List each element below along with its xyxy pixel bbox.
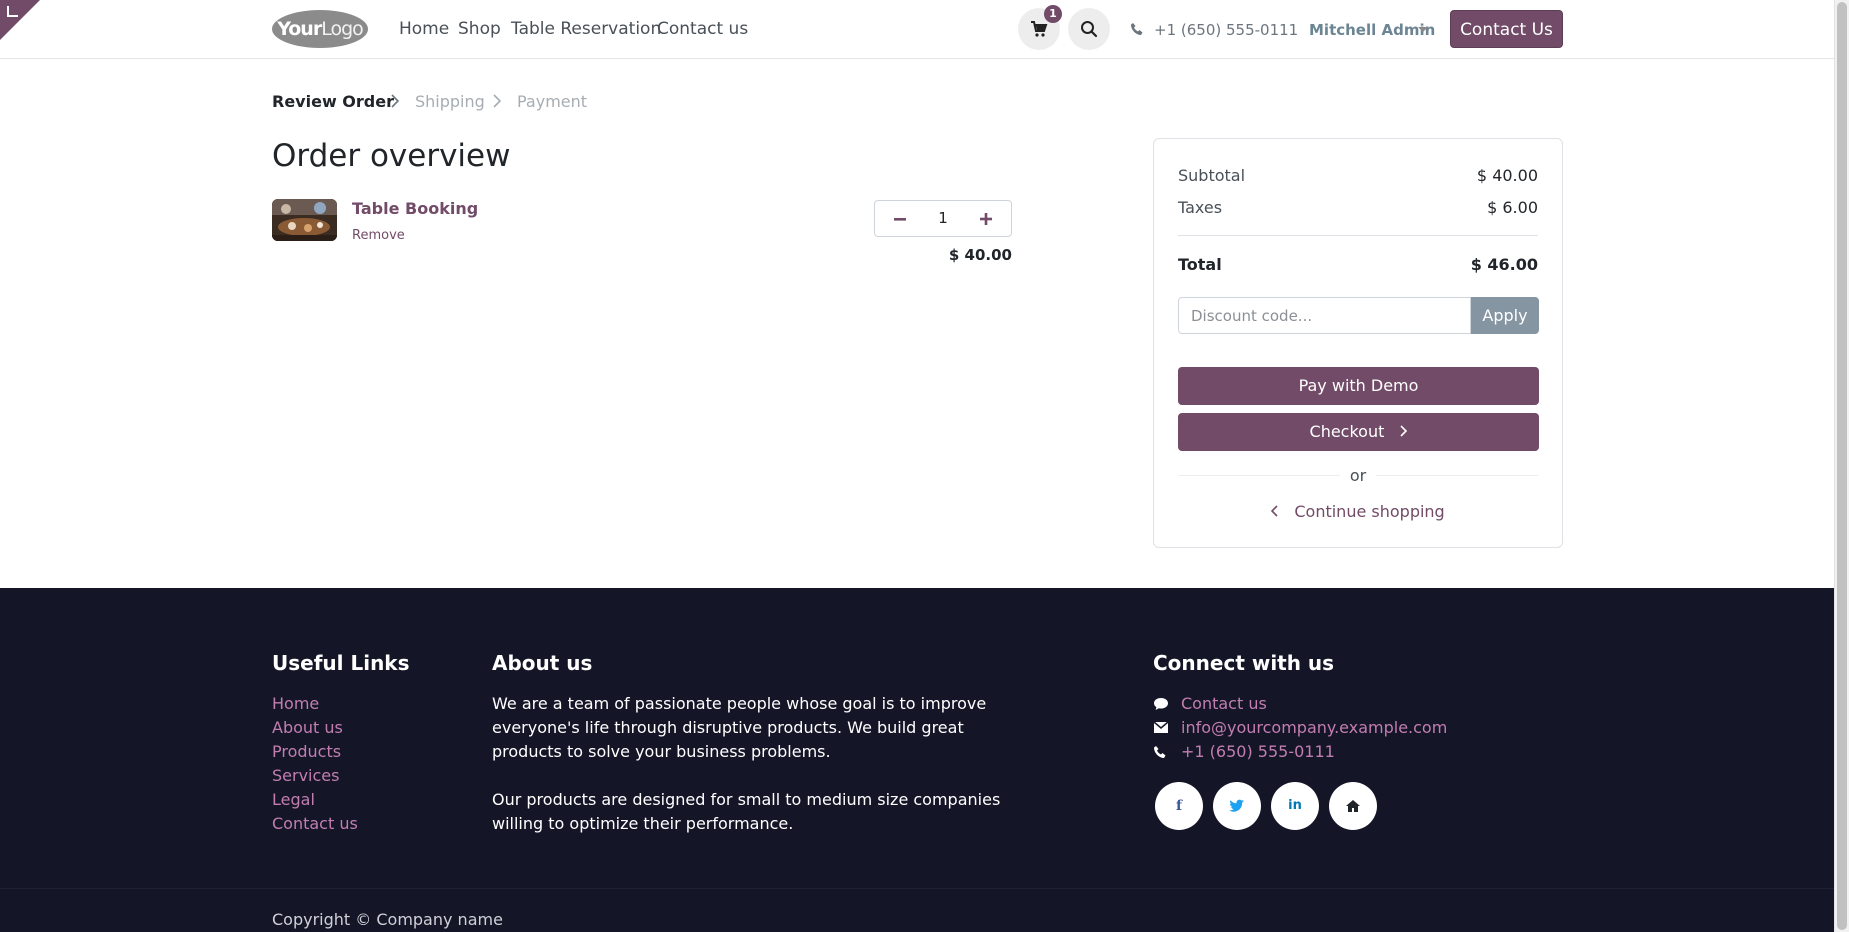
- twitter-button[interactable]: [1213, 782, 1261, 830]
- footer-contact-text: Contact us: [1181, 694, 1267, 713]
- useful-links-heading: Useful Links: [272, 651, 410, 675]
- remove-item-link[interactable]: Remove: [352, 228, 405, 243]
- apply-discount-button[interactable]: Apply: [1471, 297, 1539, 334]
- site-logo[interactable]: YourLogo: [272, 10, 368, 48]
- divider: [1178, 235, 1538, 236]
- product-thumbnail[interactable]: [272, 199, 337, 241]
- continue-shopping-label: Continue shopping: [1294, 502, 1445, 521]
- footer-link-legal[interactable]: Legal: [272, 790, 315, 809]
- copyright-text: Copyright © Company name: [272, 910, 503, 929]
- taxes-label: Taxes: [1178, 198, 1223, 217]
- or-separator: or: [1154, 466, 1562, 485]
- checkout-button[interactable]: Checkout: [1178, 413, 1539, 451]
- footer-link-about-us[interactable]: About us: [272, 718, 343, 737]
- envelope-icon: [1153, 721, 1169, 733]
- site-header: YourLogo Home Shop Table Reservation Con…: [0, 0, 1835, 59]
- line-price: $ 40.00: [948, 246, 1012, 264]
- edit-corner-ribbon[interactable]: [0, 0, 40, 40]
- logo-text-light: Logo: [321, 18, 364, 40]
- footer-phone-text: +1 (650) 555-0111: [1181, 742, 1335, 761]
- product-image: [272, 199, 337, 241]
- footer-link-contact-us[interactable]: Contact us: [272, 814, 358, 833]
- footer-link-services[interactable]: Services: [272, 766, 339, 785]
- cart-icon: [1031, 21, 1048, 37]
- user-menu-caret-icon[interactable]: [1418, 27, 1428, 32]
- subtotal-label: Subtotal: [1178, 166, 1246, 185]
- order-summary: Subtotal $ 40.00 Taxes $ 6.00 Total $ 46…: [1153, 138, 1563, 548]
- page-scrollbar[interactable]: [1834, 0, 1849, 932]
- twitter-icon: [1229, 799, 1244, 812]
- total-value: $ 46.00: [1470, 255, 1538, 274]
- or-text: or: [1339, 466, 1377, 485]
- pay-with-demo-button[interactable]: Pay with Demo: [1178, 367, 1539, 405]
- footer-link-products[interactable]: Products: [272, 742, 341, 761]
- nav-table-reservation[interactable]: Table Reservation: [511, 19, 661, 39]
- home-icon: [1346, 800, 1360, 812]
- quantity-stepper: 1: [874, 200, 1012, 237]
- scrollbar-thumb[interactable]: [1837, 2, 1847, 930]
- chevron-right-icon: [493, 94, 502, 108]
- site-footer: Useful Links Home About us Products Serv…: [0, 588, 1835, 932]
- nav-shop[interactable]: Shop: [458, 19, 501, 39]
- footer-link-home[interactable]: Home: [272, 694, 319, 713]
- quantity-increase-button[interactable]: [971, 201, 1001, 236]
- about-paragraph-2: Our products are designed for small to m…: [492, 790, 1001, 833]
- phone-icon: [1154, 746, 1166, 758]
- copyright-divider: [0, 888, 1835, 889]
- nav-contact-us[interactable]: Contact us: [657, 19, 748, 39]
- logo-text-bold: Your: [277, 18, 322, 40]
- cart-count-badge: 1: [1044, 5, 1062, 23]
- chevron-left-icon: [1271, 505, 1278, 517]
- product-name-link[interactable]: Table Booking: [352, 199, 478, 218]
- about-us-text: We are a team of passionate people whose…: [492, 692, 1017, 836]
- facebook-button[interactable]: f: [1155, 782, 1203, 830]
- quantity-value[interactable]: 1: [919, 201, 967, 236]
- facebook-icon: f: [1175, 798, 1183, 814]
- chevron-right-icon: [391, 94, 400, 108]
- minus-icon: [894, 218, 906, 221]
- phone-icon: [1131, 23, 1143, 35]
- taxes-value: $ 6.00: [1487, 198, 1538, 217]
- header-contact-button[interactable]: Contact Us: [1450, 10, 1563, 48]
- comment-icon: [1154, 698, 1168, 710]
- footer-email-text: info@yourcompany.example.com: [1181, 718, 1448, 737]
- search-icon: [1081, 21, 1098, 38]
- breadcrumb-payment[interactable]: Payment: [517, 92, 587, 111]
- search-button[interactable]: [1068, 8, 1110, 50]
- page-title: Order overview: [272, 138, 511, 174]
- connect-heading: Connect with us: [1153, 651, 1335, 675]
- continue-shopping-link[interactable]: Continue shopping: [1154, 502, 1562, 521]
- edit-corner-icon: [7, 6, 18, 17]
- checkout-label: Checkout: [1309, 422, 1385, 441]
- nav-home[interactable]: Home: [399, 19, 449, 39]
- header-phone[interactable]: +1 (650) 555-0111: [1154, 21, 1298, 39]
- discount-code-input[interactable]: [1178, 297, 1471, 334]
- user-menu[interactable]: Mitchell Admin: [1309, 21, 1435, 39]
- breadcrumb-review-order: Review Order: [272, 92, 394, 111]
- linkedin-icon: in: [1288, 798, 1302, 813]
- home-button[interactable]: [1329, 782, 1377, 830]
- quantity-decrease-button[interactable]: [885, 201, 915, 236]
- chevron-right-icon: [1400, 425, 1408, 437]
- linkedin-button[interactable]: in: [1271, 782, 1319, 830]
- breadcrumb-shipping[interactable]: Shipping: [415, 92, 485, 111]
- about-us-heading: About us: [492, 651, 593, 675]
- subtotal-value: $ 40.00: [1476, 166, 1538, 185]
- plus-icon: [980, 213, 992, 225]
- about-paragraph-1: We are a team of passionate people whose…: [492, 694, 987, 761]
- total-label: Total: [1178, 255, 1222, 274]
